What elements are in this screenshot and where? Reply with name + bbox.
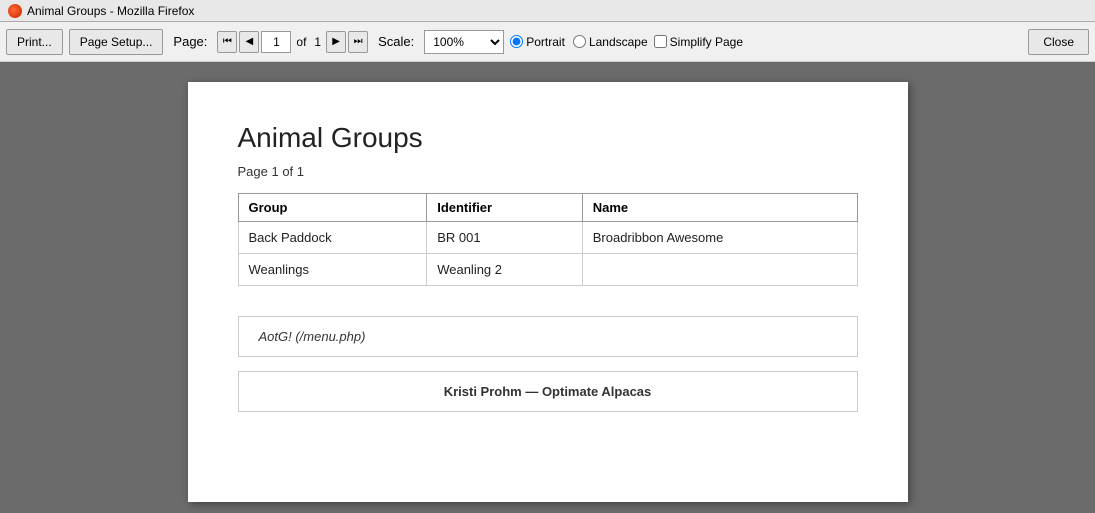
landscape-label: Landscape [589,35,648,49]
footer-credit-text: Kristi Prohm — Optimate Alpacas [444,384,652,399]
col-header-group: Group [238,194,427,222]
scale-label: Scale: [378,34,414,49]
portrait-radio-label[interactable]: Portrait [510,35,565,49]
scale-select[interactable]: 100% 50% 75% 125% 150% [424,30,504,54]
animal-groups-table: Group Identifier Name Back Paddock BR 00… [238,193,858,286]
page-label: Page: [173,34,207,49]
landscape-radio[interactable] [573,35,586,48]
cell-name-2 [582,254,857,286]
portrait-label: Portrait [526,35,565,49]
of-label: of [296,35,306,49]
footer-link-text: AotG! (/menu.php) [259,329,366,344]
close-button[interactable]: Close [1028,29,1089,55]
table-row: Weanlings Weanling 2 [238,254,857,286]
cell-group-1: Back Paddock [238,222,427,254]
simplify-page-checkbox[interactable] [654,35,667,48]
simplify-page-text: Simplify Page [670,35,743,49]
page-setup-button[interactable]: Page Setup... [69,29,164,55]
prev-page-button[interactable]: ◀ [239,31,259,53]
last-page-button[interactable]: ⏭ [348,31,368,53]
table-row: Back Paddock BR 001 Broadribbon Awesome [238,222,857,254]
page-number-input[interactable]: 1 [261,31,291,53]
footer-link-box: AotG! (/menu.php) [238,316,858,357]
cell-identifier-2: Weanling 2 [427,254,583,286]
total-pages: 1 [314,35,321,49]
col-header-name: Name [582,194,857,222]
main-area: Animal Groups Page 1 of 1 Group Identifi… [0,62,1095,513]
page-info: Page 1 of 1 [238,164,858,179]
page-navigation: ⏮ ◀ 1 of 1 ▶ ⏭ [217,31,368,53]
firefox-icon [8,4,22,18]
simplify-page-label[interactable]: Simplify Page [654,35,743,49]
cell-name-1: Broadribbon Awesome [582,222,857,254]
portrait-radio[interactable] [510,35,523,48]
landscape-radio-label[interactable]: Landscape [573,35,648,49]
first-page-button[interactable]: ⏮ [217,31,237,53]
page-container: Animal Groups Page 1 of 1 Group Identifi… [188,82,908,502]
cell-identifier-1: BR 001 [427,222,583,254]
page-title: Animal Groups [238,122,858,154]
title-bar: Animal Groups - Mozilla Firefox [0,0,1095,22]
orientation-group: Portrait Landscape [510,35,647,49]
window-title: Animal Groups - Mozilla Firefox [27,4,194,18]
toolbar: Print... Page Setup... Page: ⏮ ◀ 1 of 1 … [0,22,1095,62]
print-button[interactable]: Print... [6,29,63,55]
cell-group-2: Weanlings [238,254,427,286]
col-header-identifier: Identifier [427,194,583,222]
footer-credit-box: Kristi Prohm — Optimate Alpacas [238,371,858,412]
next-page-button[interactable]: ▶ [326,31,346,53]
